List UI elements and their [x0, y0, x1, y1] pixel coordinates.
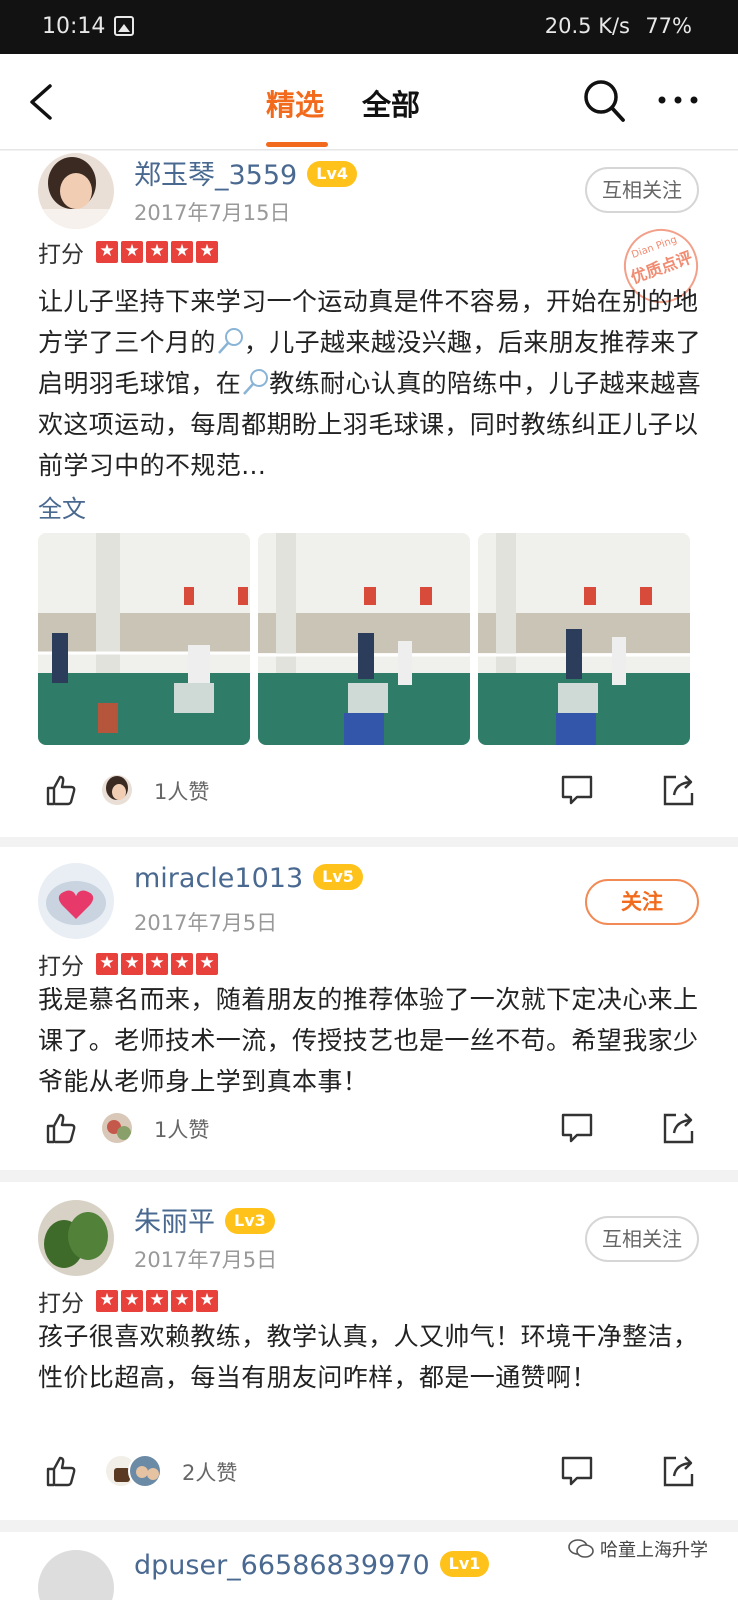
rating-label: 打分 [38, 954, 84, 980]
review-photo[interactable] [478, 533, 690, 745]
username[interactable]: 朱丽平 Lv3 [134, 1200, 275, 1239]
review-date: 2017年7月15日 [134, 201, 291, 225]
like-icon[interactable] [44, 773, 78, 807]
tab-all[interactable]: 全部 [362, 82, 420, 124]
username[interactable]: 郑玉琴_3559 Lv4 [134, 153, 357, 192]
username[interactable]: miracle1013 Lv5 [134, 863, 363, 894]
star-icon [196, 240, 218, 263]
rating: 打分 [38, 947, 221, 981]
star-icon [96, 240, 118, 263]
star-icon [146, 240, 168, 263]
review-date: 2017年7月5日 [134, 1248, 278, 1272]
star-icon [121, 1289, 143, 1312]
username[interactable]: dpuser_66586839970 Lv1 [134, 1550, 490, 1581]
share-icon[interactable] [662, 1454, 696, 1488]
share-icon[interactable] [662, 773, 696, 807]
full-text-link[interactable]: 全文 [38, 489, 86, 524]
rating: 打分 [38, 235, 221, 269]
like-icon[interactable] [44, 1454, 78, 1488]
badminton-racket-icon [217, 328, 243, 354]
status-bar: 10:14 20.5 K/s 77% [0, 0, 738, 54]
battery-level: 77% [645, 14, 692, 38]
follow-button[interactable]: 关注 [585, 879, 699, 925]
avatar[interactable] [38, 1550, 114, 1600]
search-icon[interactable] [582, 78, 626, 124]
liker-avatar[interactable] [128, 1454, 162, 1488]
follow-button[interactable]: 互相关注 [585, 1216, 699, 1262]
share-icon[interactable] [662, 1111, 696, 1145]
star-icon [196, 952, 218, 975]
more-options-icon[interactable] [656, 92, 700, 108]
tab-selected[interactable]: 精选 [266, 82, 324, 124]
review-photo[interactable] [38, 533, 250, 745]
review-card: miracle1013Lv5 2017年7月5日 关注 打分 我是慕名而来，随着… [0, 847, 738, 1170]
rating-label: 打分 [38, 1291, 84, 1317]
level-badge: Lv5 [313, 863, 363, 890]
star-icon [171, 1289, 193, 1312]
star-icon [146, 952, 168, 975]
image-notification-icon [114, 16, 134, 36]
like-count: 1人赞 [154, 1118, 210, 1142]
level-badge: Lv4 [307, 160, 357, 187]
network-speed: 20.5 K/s [544, 14, 630, 38]
review-date: 2017年7月5日 [134, 911, 278, 935]
wechat-watermark: 哈童上海升学 [568, 1536, 708, 1562]
photo-grid [38, 533, 700, 745]
star-icon [96, 952, 118, 975]
avatar[interactable] [38, 153, 114, 229]
badminton-racket-icon [243, 369, 269, 395]
rating: 打分 [38, 1284, 221, 1318]
active-tab-indicator [266, 142, 328, 147]
comment-icon[interactable] [560, 1454, 594, 1488]
review-text: 孩子很喜欢赖教练，教学认真，人又帅气！环境干净整洁，性价比超高，每当有朋友问咋样… [38, 1322, 699, 1392]
review-photo[interactable] [258, 533, 470, 745]
review-card: 郑玉琴_3559Lv4 2017年7月15日 互相关注 打分 Dian Ping… [0, 151, 738, 837]
star-icon [146, 1289, 168, 1312]
star-icon [196, 1289, 218, 1312]
star-icon [121, 952, 143, 975]
comment-icon[interactable] [560, 1111, 594, 1145]
avatar[interactable] [38, 863, 114, 939]
level-badge: Lv1 [439, 1550, 490, 1577]
review-text: 我是慕名而来，随着朋友的推荐体验了一次就下定决心来上课了。老师技术一流，传授技艺… [38, 985, 699, 1096]
wechat-icon [568, 1539, 594, 1558]
follow-button[interactable]: 互相关注 [585, 167, 699, 213]
star-icon [171, 240, 193, 263]
liker-avatar[interactable] [100, 773, 134, 807]
back-arrow-icon[interactable] [24, 82, 60, 122]
like-count: 1人赞 [154, 780, 210, 804]
avatar[interactable] [38, 1200, 114, 1276]
like-icon[interactable] [44, 1111, 78, 1145]
star-icon [121, 240, 143, 263]
rating-label: 打分 [38, 242, 84, 268]
top-nav-bar: 精选 全部 [0, 54, 738, 150]
star-icon [171, 952, 193, 975]
level-badge: Lv3 [225, 1207, 275, 1234]
liker-avatar[interactable] [100, 1111, 134, 1145]
star-icon [96, 1289, 118, 1312]
status-time: 10:14 [42, 14, 106, 39]
review-text: 让儿子坚持下来学习一个运动真是件不容易，开始在别的地方学了三个月的 ，儿子越来越没… [38, 287, 702, 480]
comment-icon[interactable] [560, 773, 594, 807]
like-count: 2人赞 [182, 1461, 238, 1485]
review-card: 朱丽平Lv3 2017年7月5日 互相关注 打分 孩子很喜欢赖教练，教学认真，人… [0, 1182, 738, 1520]
